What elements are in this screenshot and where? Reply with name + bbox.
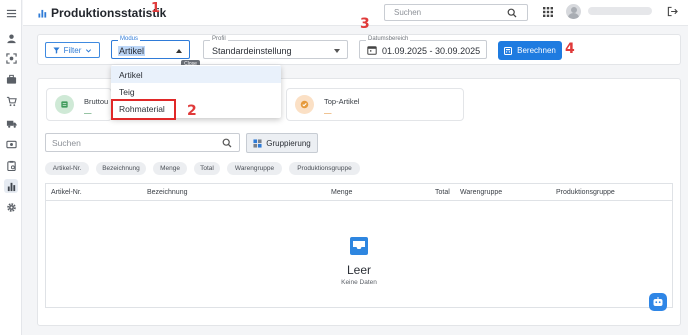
app-root: Produktionsstatistik 1 Suchen Filter Mod… bbox=[0, 0, 688, 335]
annotation-marker-3: 3 bbox=[360, 16, 370, 32]
clipboard-icon[interactable] bbox=[4, 158, 18, 172]
chip-menge[interactable]: Menge bbox=[153, 162, 187, 175]
table-header: Artikel-Nr. Bezeichnung Menge Total Ware… bbox=[46, 184, 672, 201]
chevron-down-icon bbox=[86, 48, 92, 52]
calculator-icon bbox=[504, 46, 513, 55]
profil-select[interactable]: Profil Standardeinstellung bbox=[203, 36, 348, 59]
caret-down-icon bbox=[334, 49, 340, 53]
results-table: Artikel-Nr. Bezeichnung Menge Total Ware… bbox=[45, 183, 673, 308]
bot-icon bbox=[653, 297, 663, 306]
chip-artikel-nr[interactable]: Artikel-Nr. bbox=[45, 162, 89, 175]
gruppierung-button[interactable]: Gruppierung bbox=[246, 133, 318, 153]
logout-icon[interactable] bbox=[667, 6, 678, 17]
filter-bar: Filter Modus Artikel Profil Standardeins… bbox=[37, 34, 681, 65]
briefcase-icon[interactable] bbox=[4, 72, 18, 86]
profil-label: Profil bbox=[210, 36, 228, 42]
column-header-total[interactable]: Total bbox=[435, 189, 450, 196]
user-icon[interactable] bbox=[4, 31, 18, 45]
berechnen-button[interactable]: Berechnen bbox=[498, 41, 562, 60]
stat-value: — bbox=[324, 108, 332, 117]
chart-title-icon bbox=[38, 9, 47, 18]
page-title-group: Produktionsstatistik bbox=[38, 6, 166, 20]
modus-select[interactable]: Modus Artikel bbox=[111, 36, 190, 59]
filter-button[interactable]: Filter bbox=[45, 42, 100, 58]
table-search-input[interactable]: Suchen bbox=[45, 133, 240, 152]
username-redacted bbox=[588, 7, 652, 15]
dropdown-option-artikel[interactable]: Artikel bbox=[111, 66, 281, 83]
chatbot-button[interactable] bbox=[649, 293, 667, 311]
empty-state-subtitle: Keine Daten bbox=[341, 279, 377, 286]
highlight-box-rohmaterial bbox=[111, 99, 176, 120]
scan-icon[interactable] bbox=[4, 51, 18, 65]
sidebar bbox=[0, 0, 22, 335]
chip-bezeichnung[interactable]: Bezeichnung bbox=[96, 162, 146, 175]
date-range-field[interactable]: Datumsbereich 01.09.2025 - 30.09.2025 bbox=[359, 36, 487, 59]
column-header-warengruppe[interactable]: Warengruppe bbox=[460, 189, 502, 196]
empty-state-title: Leer bbox=[346, 263, 372, 277]
table-search-placeholder: Suchen bbox=[52, 138, 81, 148]
annotation-marker-2: 2 bbox=[187, 103, 197, 119]
berechnen-label: Berechnen bbox=[517, 46, 556, 55]
column-header-menge[interactable]: Menge bbox=[331, 189, 352, 196]
global-search-input[interactable]: Suchen bbox=[384, 4, 528, 21]
global-search-placeholder: Suchen bbox=[394, 8, 422, 17]
chip-produktionsgruppe[interactable]: Produktionsgruppe bbox=[289, 162, 360, 175]
gruppierung-label: Gruppierung bbox=[266, 138, 311, 148]
badge-check-icon bbox=[295, 95, 314, 114]
column-header-bezeichnung[interactable]: Bezeichnung bbox=[147, 189, 187, 196]
caret-up-icon bbox=[176, 49, 182, 53]
stat-label: Top-Artikel bbox=[324, 97, 360, 106]
inbox-icon bbox=[350, 237, 368, 255]
stat-card-top-artikel: Top-Artikel — bbox=[286, 88, 464, 121]
dropdown-option-teig[interactable]: Teig bbox=[111, 83, 281, 100]
annotation-marker-4: 4 bbox=[565, 41, 575, 57]
page-title: Produktionsstatistik bbox=[51, 6, 167, 20]
modus-value: Artikel bbox=[118, 46, 146, 56]
cash-icon[interactable] bbox=[4, 137, 18, 151]
stat-label: Bruttou bbox=[84, 97, 109, 106]
apps-grid-icon[interactable] bbox=[543, 7, 553, 17]
filter-button-label: Filter bbox=[63, 45, 82, 55]
money-icon bbox=[55, 95, 74, 114]
truck-icon[interactable] bbox=[4, 116, 18, 130]
date-range-value: 01.09.2025 - 30.09.2025 bbox=[382, 46, 481, 56]
modus-label: Modus bbox=[118, 36, 141, 42]
cart-icon[interactable] bbox=[4, 94, 18, 108]
avatar[interactable] bbox=[566, 4, 581, 19]
menu-icon[interactable] bbox=[4, 6, 18, 20]
group-icon bbox=[253, 138, 262, 148]
gear-icon[interactable] bbox=[4, 200, 18, 214]
stat-value: — bbox=[84, 108, 92, 117]
search-icon bbox=[222, 138, 232, 148]
chip-warengruppe[interactable]: Warengruppe bbox=[227, 162, 282, 175]
stat-card-brutto: Bruttou — bbox=[46, 88, 112, 121]
annotation-marker-1: 1 bbox=[151, 1, 161, 16]
chart-icon[interactable] bbox=[4, 179, 18, 193]
chip-total[interactable]: Total bbox=[194, 162, 220, 175]
column-header-produktionsgruppe[interactable]: Produktionsgruppe bbox=[556, 189, 615, 196]
column-header-artikel-nr[interactable]: Artikel-Nr. bbox=[51, 189, 82, 196]
calendar-icon bbox=[367, 46, 377, 55]
date-range-label: Datumsbereich bbox=[366, 36, 411, 42]
profil-value: Standardeinstellung bbox=[212, 46, 292, 56]
search-icon bbox=[507, 8, 517, 18]
filter-icon bbox=[53, 46, 60, 54]
